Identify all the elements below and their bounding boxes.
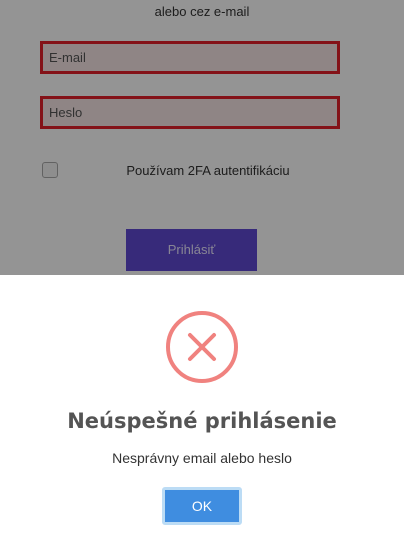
dialog-message: Nesprávny email alebo heslo: [112, 450, 292, 466]
error-x-icon: [166, 311, 238, 383]
screen: alebo cez e-mail E-mail Heslo Používam 2…: [0, 0, 404, 535]
dialog-title: Neúspešné prihlásenie: [67, 409, 337, 433]
error-dialog: Neúspešné prihlásenie Nesprávny email al…: [0, 275, 404, 535]
modal-backdrop: [0, 0, 404, 275]
ok-button[interactable]: OK: [162, 487, 242, 525]
